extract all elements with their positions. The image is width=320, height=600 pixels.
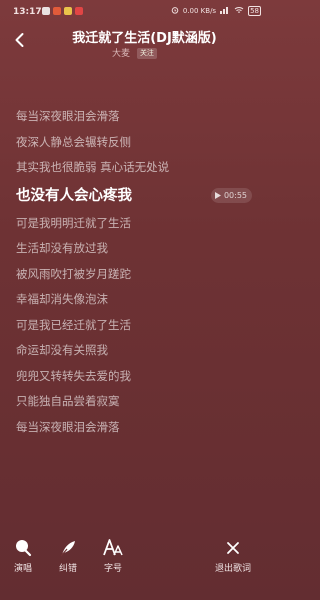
lyric-line-active[interactable]: 也没有人会心疼我 00:55: [16, 182, 256, 210]
follow-button[interactable]: 关注: [136, 48, 157, 59]
battery-icon: 58: [248, 6, 261, 16]
seek-timestamp: 00:55: [223, 190, 247, 200]
signal-icon: [220, 6, 230, 16]
status-time: 13:17: [13, 7, 42, 17]
artist-name[interactable]: 大麦: [112, 49, 130, 59]
app-notification-icon: [75, 7, 83, 15]
header: 我迁就了生活(DJ默涵版) 大麦 关注: [0, 22, 269, 62]
font-size-label: 字号: [103, 564, 122, 574]
lyric-line[interactable]: 每当深夜眼泪会滑落: [16, 104, 256, 130]
lyric-line[interactable]: 幸福却消失像泡沫: [16, 287, 256, 313]
song-title: 我迁就了生活(DJ默涵版): [72, 31, 217, 46]
app-notification-icon: [53, 7, 61, 15]
lyric-line[interactable]: 生活却没有放过我: [16, 236, 256, 262]
lyric-line[interactable]: 只能独自品尝着寂寞: [16, 389, 256, 415]
correct-lyrics-button[interactable]: 纠错: [48, 538, 88, 574]
artist-row: 大麦 关注: [0, 46, 269, 59]
play-icon: [214, 191, 221, 199]
bottom-toolbar: 演唱 纠错 字号 退出歌词: [0, 538, 269, 580]
seek-timestamp-button[interactable]: 00:55: [210, 187, 252, 203]
alarm-icon: [171, 6, 179, 16]
lyric-line[interactable]: 命运却没有关照我: [16, 338, 256, 364]
lyric-line[interactable]: 其实我也很脆弱 真心话无处说: [16, 155, 256, 181]
status-right: 0.00 KB/s 58: [171, 6, 261, 16]
correct-label: 纠错: [58, 564, 77, 574]
app-notification-icon: [64, 7, 72, 15]
lyric-line[interactable]: 夜深人静总会辗转反侧: [16, 130, 256, 156]
lyric-line[interactable]: 可是我明明迁就了生活: [16, 211, 256, 237]
microphone-icon: [16, 540, 32, 557]
lyric-line[interactable]: 每当深夜眼泪会滑落: [16, 415, 256, 441]
font-size-icon: [103, 539, 123, 556]
close-icon: [227, 542, 239, 554]
lyric-line[interactable]: 兜兜又转转失去爱的我: [16, 364, 256, 390]
sing-label: 演唱: [13, 564, 32, 574]
lyric-line[interactable]: 被风雨吹打被岁月蹉跎: [16, 262, 256, 288]
lyric-line-active-text: 也没有人会心疼我: [16, 187, 132, 204]
exit-label: 退出歌词: [214, 564, 251, 574]
lyric-line[interactable]: 可是我已经迁就了生活: [16, 313, 256, 339]
wifi-icon: [234, 6, 244, 16]
status-bar: 13:17 0.00 KB/s 58: [0, 0, 269, 22]
feather-pen-icon: [60, 541, 75, 557]
sing-button[interactable]: 演唱: [3, 538, 43, 574]
lyrics-list[interactable]: 每当深夜眼泪会滑落 夜深人静总会辗转反侧 其实我也很脆弱 真心话无处说 也没有人…: [16, 104, 256, 440]
network-speed: 0.00 KB/s: [182, 7, 217, 15]
exit-lyrics-button[interactable]: 退出歌词: [205, 538, 261, 574]
notification-icons: [42, 7, 83, 15]
app-notification-icon: [42, 7, 50, 15]
font-size-button[interactable]: 字号: [93, 538, 133, 574]
